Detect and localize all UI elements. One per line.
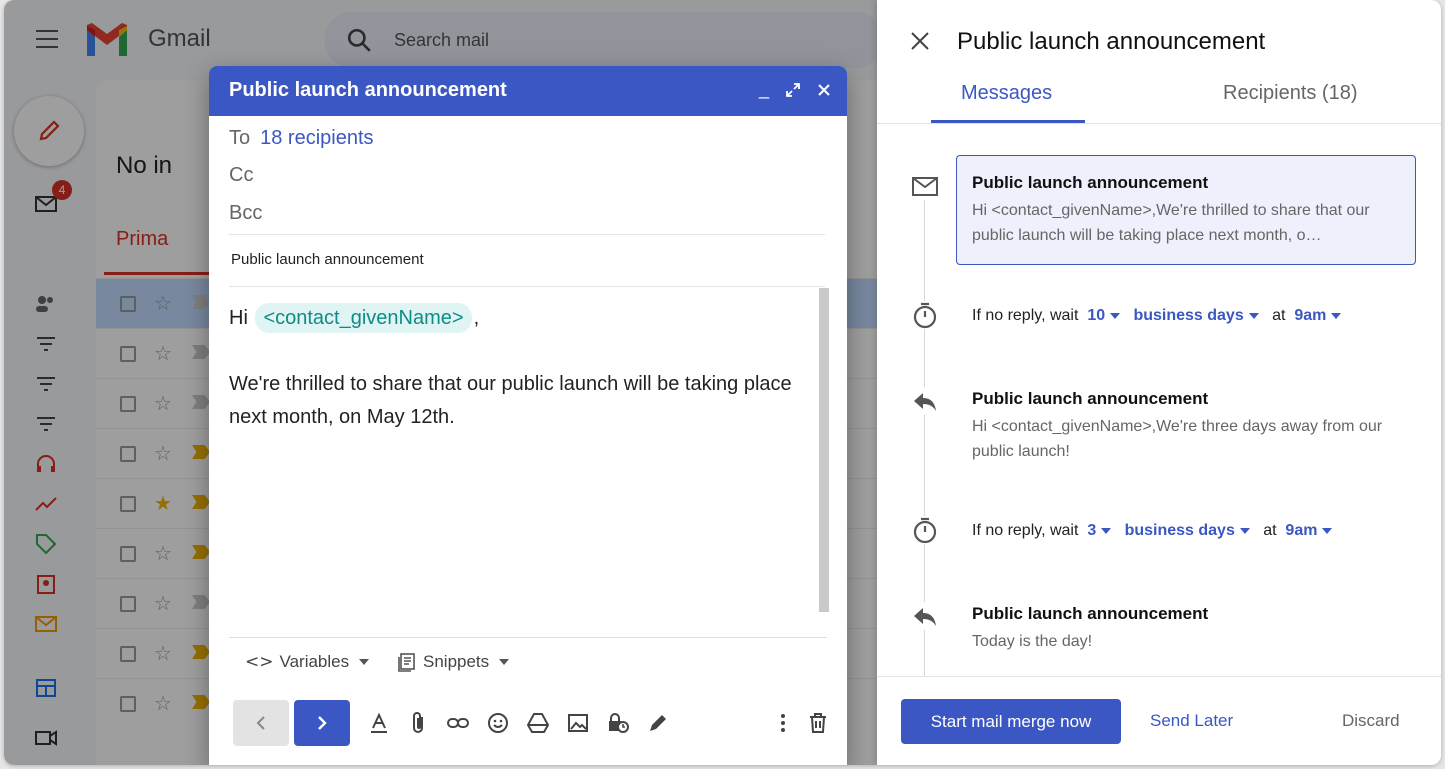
wait-count: 10 (1087, 307, 1106, 324)
tab-messages[interactable]: Messages (961, 82, 1052, 105)
recipients-link[interactable]: 18 recipients (260, 127, 373, 149)
link-icon[interactable] (446, 711, 470, 735)
wait-unit-dropdown[interactable]: business days (1133, 307, 1259, 325)
message-body[interactable]: Hi <contact_givenName>, We're thrilled t… (229, 302, 813, 434)
wait-at: at (1272, 307, 1286, 324)
wait-unit-dropdown[interactable]: business days (1125, 522, 1250, 540)
wait-unit: business days (1124, 522, 1235, 539)
chevron-down-icon (1331, 313, 1342, 319)
wait-count: 3 (1087, 522, 1097, 539)
lock-clock-icon[interactable] (606, 711, 630, 735)
wait-time: 9am (1294, 307, 1327, 324)
step-preview: Hi <contact_givenName>,We're thrilled to… (972, 202, 1370, 244)
discard-button[interactable]: Discard (1342, 711, 1400, 731)
wait-count-dropdown[interactable]: 3 (1087, 522, 1112, 540)
close-icon[interactable] (817, 83, 831, 97)
cc-field[interactable]: Cc (229, 164, 253, 187)
subject-field[interactable]: Public launch announcement (231, 251, 424, 268)
wait-prefix: If no reply, wait (972, 307, 1079, 324)
emoji-icon[interactable] (486, 711, 510, 735)
wait-rule: If no reply, wait 3 business days at 9am (972, 522, 1333, 540)
next-step-button[interactable] (294, 700, 350, 746)
mail-merge-panel: Public launch announcement Messages Reci… (877, 0, 1441, 765)
trash-icon[interactable] (806, 711, 830, 735)
attach-icon[interactable] (406, 711, 430, 735)
mail-icon (911, 172, 939, 200)
chevron-right-icon (318, 716, 327, 730)
scrollbar[interactable] (819, 288, 829, 612)
wait-count-dropdown[interactable]: 10 (1087, 307, 1121, 325)
send-later-button[interactable]: Send Later (1150, 711, 1233, 731)
panel-title: Public launch announcement (957, 28, 1266, 55)
tab-recipients[interactable]: Recipients (18) (1223, 82, 1358, 105)
variables-menu[interactable]: <> Variables (245, 652, 370, 672)
text-format-icon[interactable] (367, 711, 391, 735)
wait-unit: business days (1133, 307, 1244, 324)
divider (229, 234, 825, 235)
chevron-left-icon (256, 716, 265, 730)
wait-time-dropdown[interactable]: 9am (1285, 522, 1333, 540)
wait-time: 9am (1285, 522, 1318, 539)
body-greeting: Hi (229, 307, 248, 329)
wait-rule: If no reply, wait 10 business days at 9a… (972, 307, 1342, 325)
chevron-down-icon (499, 659, 510, 665)
body-paragraph: We're thrilled to share that our public … (229, 373, 792, 428)
tabs-divider (877, 123, 1441, 124)
step-title[interactable]: Public launch announcement (972, 173, 1208, 193)
chevron-down-icon (1248, 313, 1259, 319)
timer-icon (911, 516, 939, 544)
step-preview: Today is the day! (972, 633, 1093, 650)
chevron-down-icon (359, 659, 370, 665)
panel-footer: Start mail merge now Send Later Discard (877, 676, 1441, 765)
app-frame: Gmail Search mail 4 No in Prima ☆ ☆ ☆ ☆ … (4, 0, 1441, 765)
chevron-down-icon (1239, 528, 1250, 534)
to-field[interactable]: To 18 recipients (229, 127, 374, 150)
chevron-down-icon (1322, 528, 1333, 534)
expand-icon[interactable] (785, 82, 801, 98)
previous-step-button[interactable] (233, 700, 289, 746)
body-comma: , (473, 307, 480, 329)
bcc-field[interactable]: Bcc (229, 202, 262, 225)
wait-at: at (1263, 522, 1277, 539)
start-mail-merge-button[interactable]: Start mail merge now (901, 699, 1121, 744)
reply-icon (911, 602, 939, 630)
image-icon[interactable] (566, 711, 590, 735)
variable-chip[interactable]: <contact_givenName> (255, 303, 472, 333)
close-icon[interactable] (909, 30, 931, 52)
snippets-menu[interactable]: Snippets (397, 652, 510, 672)
divider (229, 286, 825, 287)
minimize-icon[interactable]: _ (755, 79, 773, 99)
snippets-icon (398, 653, 415, 672)
chevron-down-icon (1110, 313, 1121, 319)
variables-label: Variables (279, 652, 350, 671)
drive-icon[interactable] (526, 711, 550, 735)
compose-header: Public launch announcement _ (209, 66, 847, 116)
compose-window: Public launch announcement _ To 18 recipi… (209, 66, 847, 765)
divider (229, 637, 827, 638)
to-label: To (229, 127, 251, 149)
compose-title: Public launch announcement (229, 79, 507, 101)
reply-icon (911, 387, 939, 415)
chevron-down-icon (1101, 528, 1112, 534)
step-title[interactable]: Public launch announcement (972, 604, 1208, 624)
signature-pen-icon[interactable] (646, 711, 670, 735)
code-icon: <> (245, 652, 274, 672)
timer-icon (911, 301, 939, 329)
snippets-label: Snippets (423, 652, 490, 671)
wait-prefix: If no reply, wait (972, 522, 1079, 539)
step-preview: Hi <contact_givenName>,We're three days … (972, 418, 1383, 460)
step-title[interactable]: Public launch announcement (972, 389, 1208, 409)
wait-time-dropdown[interactable]: 9am (1294, 307, 1342, 325)
more-options-icon[interactable] (771, 711, 795, 735)
active-tab-indicator (931, 120, 1085, 123)
